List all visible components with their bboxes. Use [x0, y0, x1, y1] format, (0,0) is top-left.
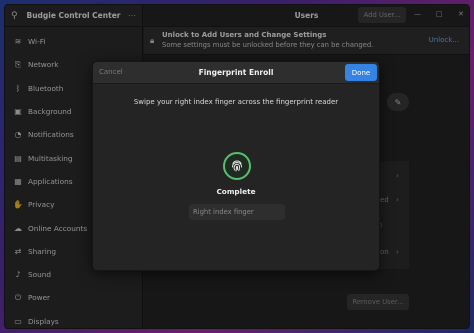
instruction-text: Swipe your right index finger across the… — [133, 98, 339, 106]
done-button[interactable]: Done — [345, 64, 377, 81]
dialog-title: Fingerprint Enroll — [198, 68, 274, 77]
fingerprint-status — [223, 152, 251, 180]
dialog-header: Cancel Fingerprint Enroll Done — [93, 62, 379, 84]
fingerprint-icon — [232, 160, 242, 172]
status-label: Complete — [216, 187, 256, 196]
finger-name-field[interactable]: Right index finger — [189, 204, 285, 220]
fingerprint-dialog: Cancel Fingerprint Enroll Done Swipe you… — [92, 61, 380, 271]
